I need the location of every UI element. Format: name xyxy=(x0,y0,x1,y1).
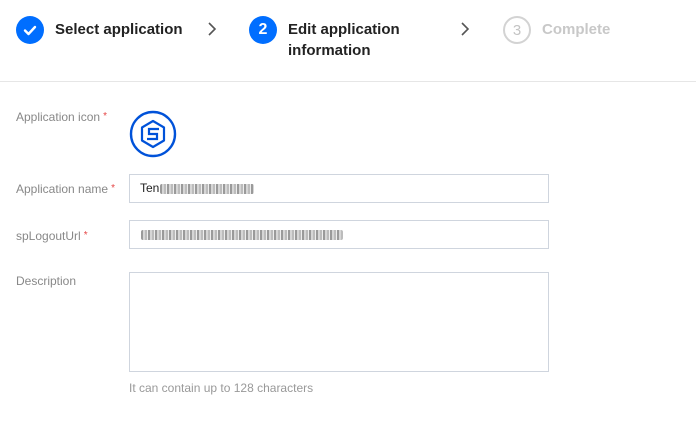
step-label: Select application xyxy=(55,21,183,38)
required-mark: * xyxy=(111,183,115,194)
required-mark: * xyxy=(83,230,88,241)
application-name-value: Ten xyxy=(140,181,160,195)
description-label: Description xyxy=(16,274,77,288)
chevron-right-icon xyxy=(461,22,470,36)
step-label: Complete xyxy=(542,21,611,38)
application-logo-icon[interactable] xyxy=(128,109,178,159)
required-mark: * xyxy=(103,111,107,122)
logout-url-label: spLogoutUrl * xyxy=(16,229,88,243)
step-edit-application: 2 Edit application information xyxy=(249,16,428,61)
step-number: 3 xyxy=(503,16,531,44)
application-name-label: Application name * xyxy=(16,182,115,196)
application-icon-label: Application icon * xyxy=(16,110,107,124)
step-number: 2 xyxy=(249,16,277,44)
redacted-text xyxy=(160,183,255,194)
check-icon xyxy=(16,16,44,44)
description-hint: It can contain up to 128 characters xyxy=(129,381,314,395)
step-complete: 3 Complete xyxy=(503,16,610,44)
chevron-right-icon xyxy=(208,22,217,36)
logout-url-input[interactable] xyxy=(129,220,549,249)
step-label: Edit application information xyxy=(288,21,400,59)
application-name-input[interactable]: Ten xyxy=(129,174,549,203)
description-textarea[interactable] xyxy=(129,272,549,372)
step-indicator: Select application 2 Edit application in… xyxy=(0,0,696,82)
step-select-application: Select application xyxy=(16,16,183,44)
redacted-text xyxy=(141,229,343,240)
